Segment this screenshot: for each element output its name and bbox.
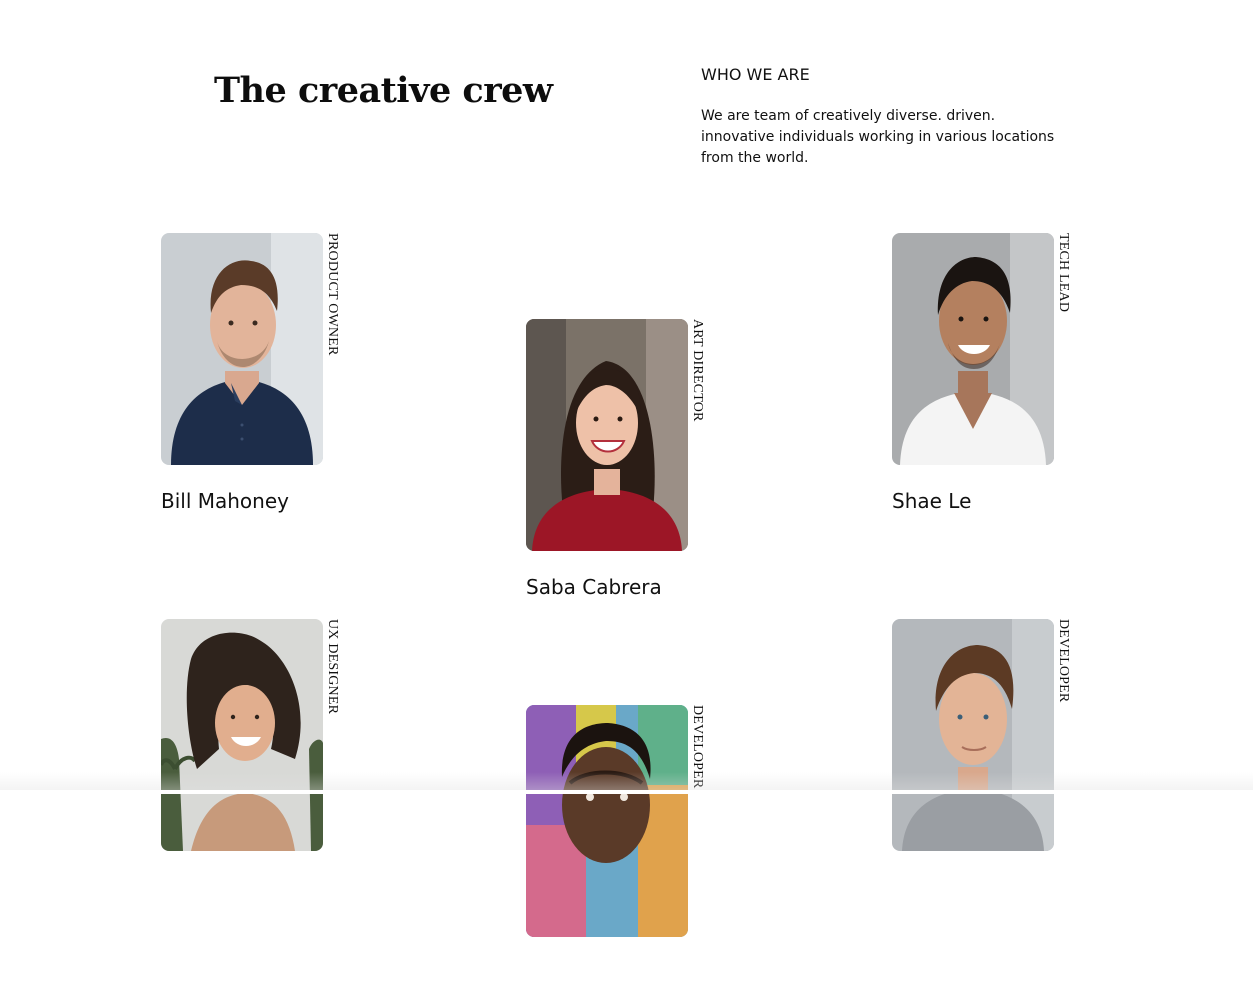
about-heading: WHO WE ARE	[701, 65, 810, 84]
team-member-card: DEVELOPER	[892, 619, 1092, 909]
role-label: PRODUCT OWNER	[325, 233, 340, 356]
portrait-photo	[526, 319, 688, 551]
member-name: Bill Mahoney	[161, 489, 289, 513]
role-label: DEVELOPER	[1056, 619, 1071, 703]
page-title: The creative crew	[214, 70, 553, 111]
portrait-photo	[526, 705, 688, 937]
team-member-card: ART DIRECTOR Saba Cabrera	[526, 319, 726, 609]
portrait-photo	[161, 619, 323, 851]
viewport-bottom-edge	[0, 790, 1253, 794]
portrait-photo	[892, 619, 1054, 851]
portrait-photo	[161, 233, 323, 465]
team-member-card: TECH LEAD Shae Le	[892, 233, 1092, 523]
member-name: Saba Cabrera	[526, 575, 662, 599]
role-label: DEVELOPER	[690, 705, 705, 789]
member-name: Shae Le	[892, 489, 972, 513]
team-member-card: UX DESIGNER	[161, 619, 361, 909]
role-label: UX DESIGNER	[325, 619, 340, 715]
about-description: We are team of creatively diverse. drive…	[701, 108, 1055, 166]
role-label: ART DIRECTOR	[690, 319, 705, 422]
portrait-photo	[892, 233, 1054, 465]
role-label: TECH LEAD	[1056, 233, 1071, 313]
team-member-card: PRODUCT OWNER Bill Mahoney	[161, 233, 361, 523]
team-member-card: DEVELOPER	[526, 705, 726, 995]
